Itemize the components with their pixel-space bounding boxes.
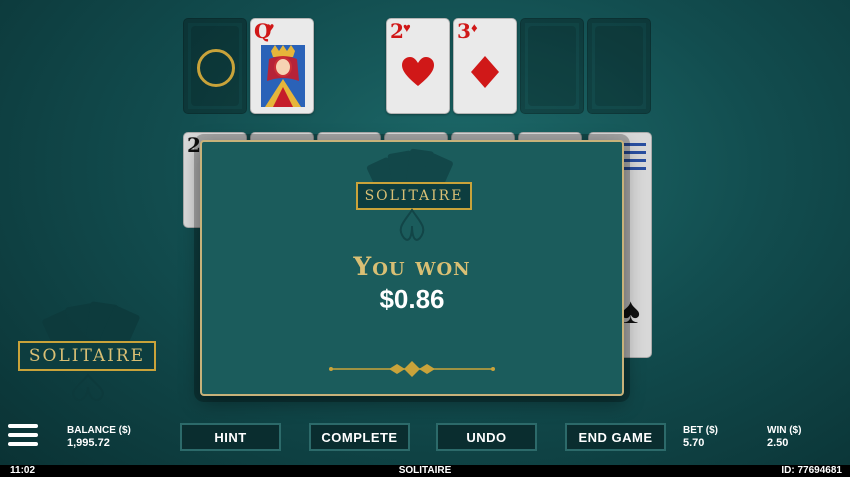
waste-card-queen-hearts[interactable]: Q ♥ — [250, 18, 314, 114]
diamond-suit-small-icon: ♦ — [471, 20, 478, 35]
foundation-slot-inner — [528, 26, 576, 106]
balance-label: BALANCE ($) — [67, 425, 131, 436]
foundation-three-diamonds[interactable]: 3 ♦ — [453, 18, 517, 114]
foundation-slot-empty-2[interactable] — [587, 18, 651, 114]
divider-ornament-icon — [329, 361, 495, 377]
foundation-slot-empty-1[interactable] — [520, 18, 584, 114]
flourish-icon — [399, 208, 425, 241]
card-rank: 2 — [187, 133, 201, 157]
card-rank: 2 — [390, 19, 404, 43]
foundation-two-hearts[interactable]: 2 ♥ — [386, 18, 450, 114]
win-amount: $0.86 — [379, 284, 445, 314]
dialog-logo-title: SOLITAIRE — [356, 182, 472, 210]
heart-suit-small-icon: ♥ — [403, 20, 411, 35]
card-rank: 3 — [457, 19, 471, 43]
menu-bar — [8, 424, 38, 428]
background-logo: SOLITAIRE — [18, 295, 158, 405]
redeal-ring-icon[interactable] — [197, 49, 235, 87]
background-logo-title: SOLITAIRE — [18, 341, 156, 371]
stock-pile[interactable] — [183, 18, 247, 114]
queen-face-icon — [261, 45, 305, 107]
bet-value: 5.70 — [683, 437, 705, 449]
menu-bar — [8, 433, 38, 437]
undo-button[interactable]: UNDO — [436, 423, 537, 451]
end-game-button[interactable]: END GAME — [565, 423, 666, 451]
flourish-icon — [72, 373, 104, 401]
bet-label: BET ($) — [683, 425, 718, 436]
heart-suit-icon — [402, 57, 434, 86]
menu-bar — [8, 442, 38, 446]
win-dialog: SOLITAIRE You won $0.86 — [200, 140, 624, 396]
status-bar: 11:02 SOLITAIRE ID: 77694681 — [0, 465, 850, 477]
status-title: SOLITAIRE — [398, 465, 452, 476]
menu-hamburger-icon[interactable] — [8, 424, 38, 448]
card-edge — [622, 143, 646, 146]
win-label: WIN ($) — [767, 425, 802, 436]
card-edge — [622, 159, 646, 162]
hint-button[interactable]: HINT — [180, 423, 281, 451]
card-edge — [622, 167, 646, 170]
status-game-id: ID: 77694681 — [781, 465, 842, 476]
diamond-suit-icon — [471, 56, 499, 88]
win-value: 2.50 — [767, 437, 789, 449]
heart-suit-icon: ♥ — [266, 19, 275, 35]
foundation-slot-inner — [595, 26, 643, 106]
balance-value: 1,995.72 — [67, 437, 110, 449]
card-edge — [622, 151, 646, 154]
complete-button[interactable]: COMPLETE — [309, 423, 410, 451]
win-headline: You won — [353, 252, 471, 281]
